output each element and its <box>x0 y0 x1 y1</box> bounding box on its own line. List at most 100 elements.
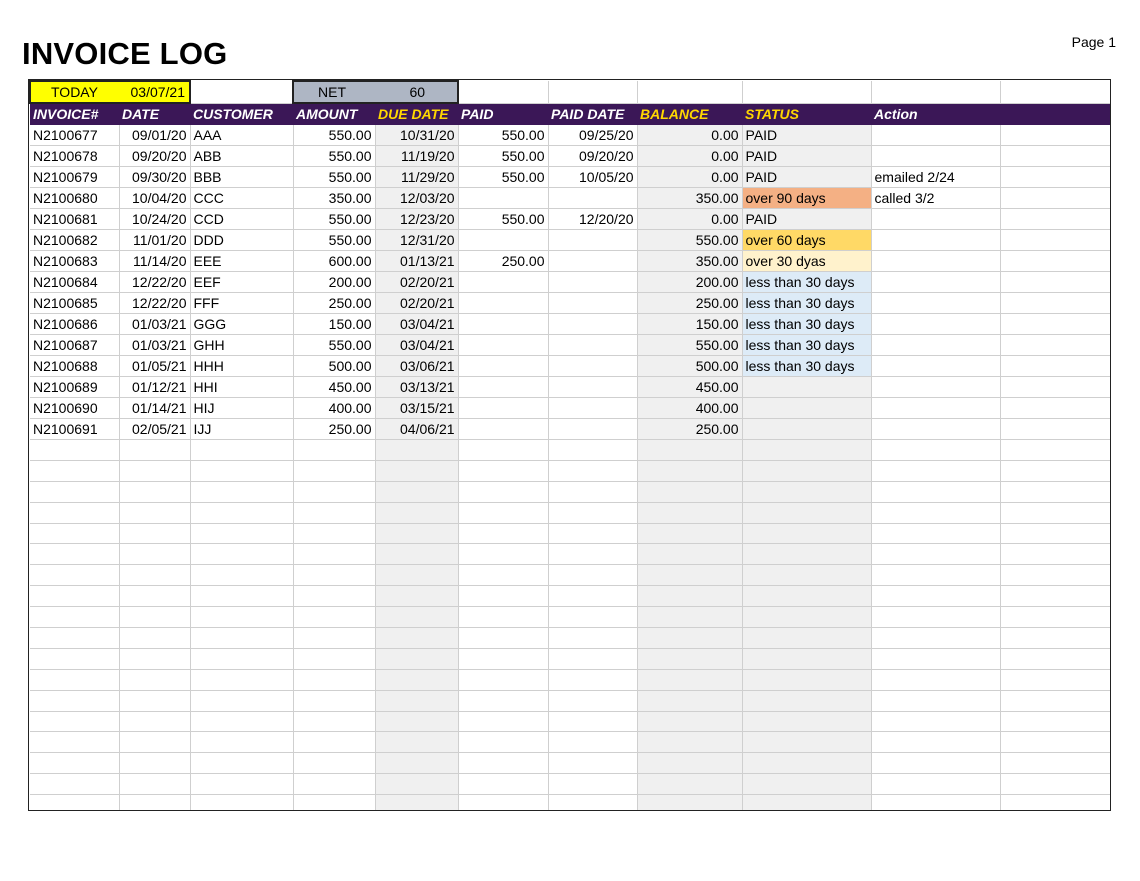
empty-cell[interactable] <box>742 544 871 565</box>
customer-cell[interactable]: DDD <box>190 230 293 251</box>
empty-cell[interactable] <box>742 607 871 628</box>
empty-cell[interactable] <box>190 648 293 669</box>
empty-cell[interactable] <box>871 607 1000 628</box>
customer-cell[interactable]: HHI <box>190 377 293 398</box>
empty-cell[interactable] <box>742 711 871 732</box>
empty-cell[interactable] <box>119 586 190 607</box>
balance-cell[interactable]: 0.00 <box>637 125 742 146</box>
empty-cell[interactable] <box>293 795 375 811</box>
customer-cell[interactable]: CCC <box>190 188 293 209</box>
empty-cell[interactable] <box>458 502 548 523</box>
balance-cell[interactable]: 350.00 <box>637 188 742 209</box>
customer-cell[interactable]: GHH <box>190 335 293 356</box>
empty-cell[interactable] <box>637 607 742 628</box>
today-cell[interactable]: TODAY 03/07/21 <box>30 81 190 103</box>
empty-cell[interactable] <box>1000 272 1111 293</box>
empty-cell[interactable] <box>458 523 548 544</box>
empty-cell[interactable] <box>548 690 637 711</box>
status-cell[interactable]: PAID <box>742 209 871 230</box>
empty-cell[interactable] <box>1000 293 1111 314</box>
empty-cell[interactable] <box>30 607 119 628</box>
empty-cell[interactable] <box>548 753 637 774</box>
empty-cell[interactable] <box>190 565 293 586</box>
empty-cell[interactable] <box>548 481 637 502</box>
empty-cell[interactable] <box>742 523 871 544</box>
empty-cell[interactable] <box>1000 460 1111 481</box>
balance-cell[interactable]: 400.00 <box>637 398 742 419</box>
empty-cell[interactable] <box>119 669 190 690</box>
balance-cell[interactable]: 550.00 <box>637 230 742 251</box>
empty-cell[interactable] <box>1000 335 1111 356</box>
balance-cell[interactable]: 250.00 <box>637 293 742 314</box>
action-cell[interactable] <box>871 146 1000 167</box>
empty-cell[interactable] <box>1000 398 1111 419</box>
empty-cell[interactable] <box>190 669 293 690</box>
customer-cell[interactable]: IJJ <box>190 419 293 440</box>
col-header-invoice[interactable]: INVOICE# <box>30 103 119 125</box>
empty-cell[interactable] <box>1000 669 1111 690</box>
paid-date-cell[interactable] <box>548 314 637 335</box>
empty-cell[interactable] <box>30 544 119 565</box>
empty-cell[interactable] <box>742 648 871 669</box>
empty-cell[interactable] <box>30 586 119 607</box>
empty-cell[interactable] <box>637 81 742 103</box>
empty-cell[interactable] <box>742 690 871 711</box>
due-date-cell[interactable]: 03/06/21 <box>375 356 458 377</box>
empty-cell[interactable] <box>293 669 375 690</box>
empty-cell[interactable] <box>548 795 637 811</box>
empty-cell[interactable] <box>871 753 1000 774</box>
empty-cell[interactable] <box>548 732 637 753</box>
date-cell[interactable]: 10/24/20 <box>119 209 190 230</box>
paid-cell[interactable] <box>458 188 548 209</box>
empty-cell[interactable] <box>871 81 1000 103</box>
empty-cell[interactable] <box>293 753 375 774</box>
date-cell[interactable]: 12/22/20 <box>119 272 190 293</box>
empty-cell[interactable] <box>1000 523 1111 544</box>
empty-cell[interactable] <box>1000 753 1111 774</box>
due-date-cell[interactable]: 02/20/21 <box>375 293 458 314</box>
empty-cell[interactable] <box>742 502 871 523</box>
empty-cell[interactable] <box>548 628 637 649</box>
col-header-date[interactable]: DATE <box>119 103 190 125</box>
amount-cell[interactable]: 550.00 <box>293 125 375 146</box>
due-date-cell[interactable]: 12/23/20 <box>375 209 458 230</box>
empty-cell[interactable] <box>119 648 190 669</box>
empty-cell[interactable] <box>293 502 375 523</box>
invoice-cell[interactable]: N2100681 <box>30 209 119 230</box>
invoice-cell[interactable]: N2100685 <box>30 293 119 314</box>
empty-cell[interactable] <box>742 481 871 502</box>
empty-cell[interactable] <box>1000 230 1111 251</box>
empty-cell[interactable] <box>293 774 375 795</box>
empty-cell[interactable] <box>458 753 548 774</box>
empty-cell[interactable] <box>871 648 1000 669</box>
empty-cell[interactable] <box>30 481 119 502</box>
empty-cell[interactable] <box>293 460 375 481</box>
empty-cell[interactable] <box>1000 440 1111 461</box>
due-date-cell[interactable]: 11/19/20 <box>375 146 458 167</box>
empty-cell[interactable] <box>637 669 742 690</box>
status-cell[interactable] <box>742 419 871 440</box>
empty-cell[interactable] <box>1000 607 1111 628</box>
empty-cell[interactable] <box>1000 356 1111 377</box>
empty-cell[interactable] <box>375 690 458 711</box>
empty-cell[interactable] <box>637 460 742 481</box>
empty-cell[interactable] <box>375 669 458 690</box>
empty-cell[interactable] <box>637 523 742 544</box>
empty-cell[interactable] <box>871 795 1000 811</box>
empty-cell[interactable] <box>548 774 637 795</box>
empty-cell[interactable] <box>548 81 637 103</box>
empty-cell[interactable] <box>637 502 742 523</box>
customer-cell[interactable]: ABB <box>190 146 293 167</box>
amount-cell[interactable]: 550.00 <box>293 209 375 230</box>
balance-cell[interactable]: 550.00 <box>637 335 742 356</box>
paid-date-cell[interactable] <box>548 356 637 377</box>
invoice-cell[interactable]: N2100678 <box>30 146 119 167</box>
due-date-cell[interactable]: 02/20/21 <box>375 272 458 293</box>
invoice-cell[interactable]: N2100689 <box>30 377 119 398</box>
empty-cell[interactable] <box>1000 732 1111 753</box>
empty-cell[interactable] <box>30 774 119 795</box>
balance-cell[interactable]: 200.00 <box>637 272 742 293</box>
status-cell[interactable]: less than 30 days <box>742 314 871 335</box>
action-cell[interactable]: called 3/2 <box>871 188 1000 209</box>
empty-cell[interactable] <box>119 481 190 502</box>
